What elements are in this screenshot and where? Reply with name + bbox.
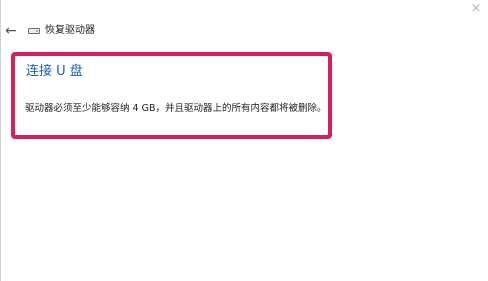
drive-icon [28,28,40,34]
recovery-drive-window: × ← 恢复驱动器 连接 U 盘 驱动器必须至少能够容纳 4 GB，并且驱动器上… [0,0,488,281]
back-arrow-icon[interactable]: ← [5,22,19,40]
page-heading: 连接 U 盘 [26,64,83,79]
window-left-edge [0,0,1,281]
title-bar: ← 恢复驱动器 [0,22,488,40]
close-icon[interactable]: × [468,1,484,17]
window-title: 恢复驱动器 [45,25,95,36]
instruction-text: 驱动器必须至少能够容纳 4 GB，并且驱动器上的所有内容都将被删除。 [25,103,327,114]
